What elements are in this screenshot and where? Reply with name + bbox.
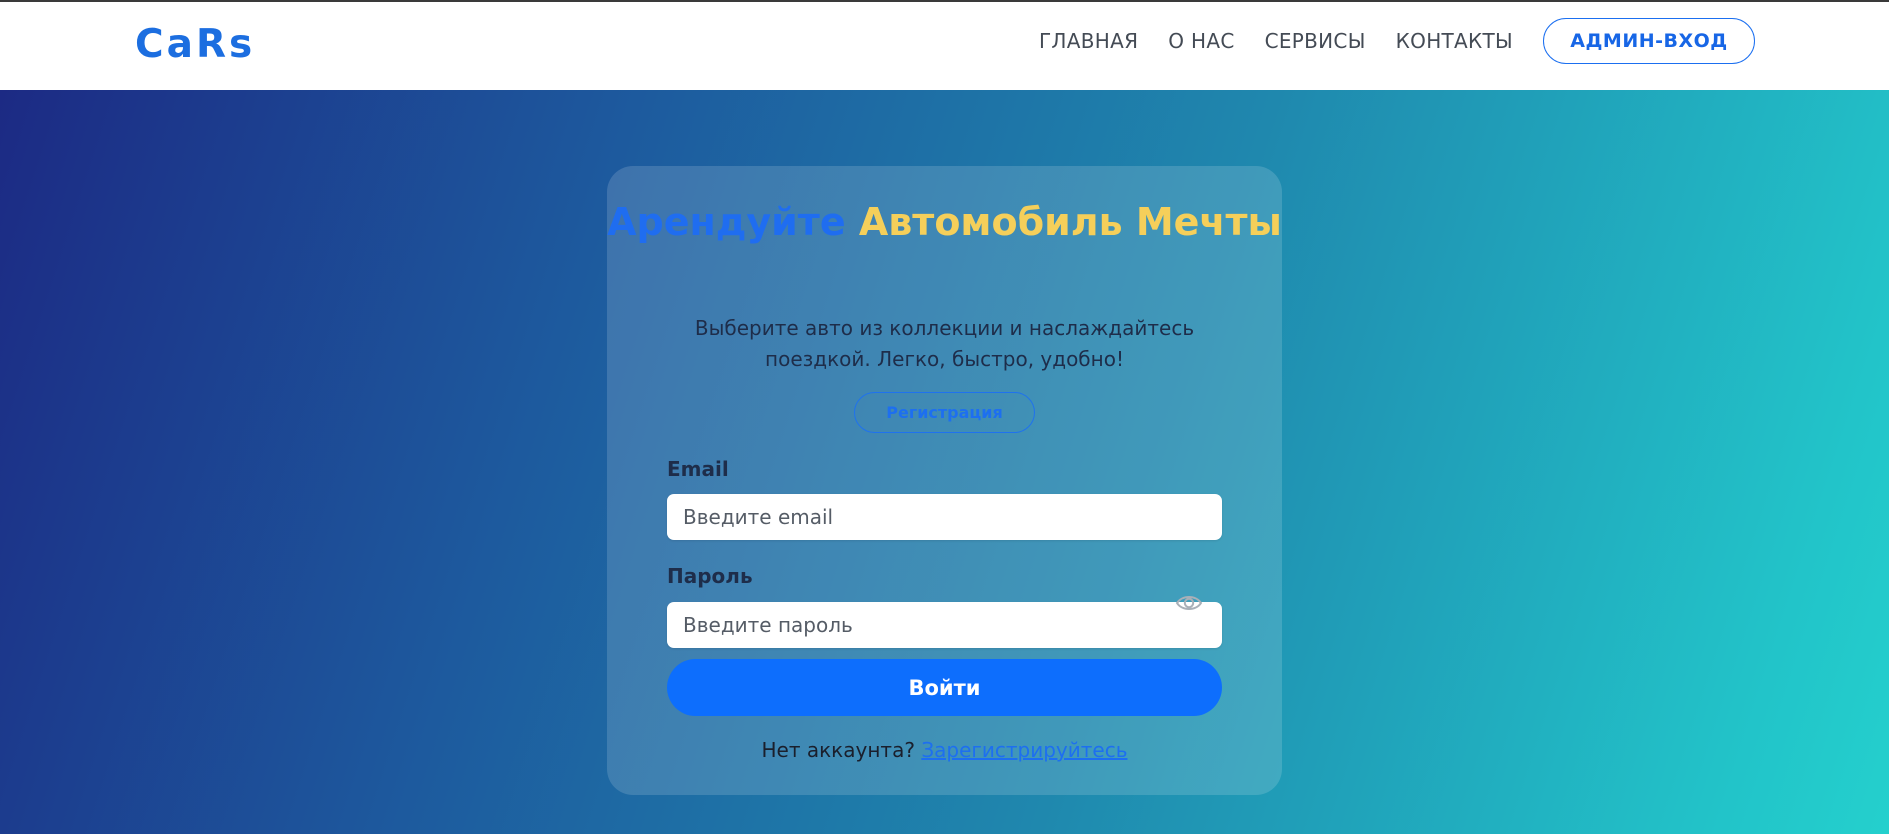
nav-link-about[interactable]: О НАС — [1168, 29, 1234, 53]
login-button[interactable]: Войти — [667, 659, 1222, 716]
no-account-text: Нет аккаунта? — [761, 738, 915, 762]
email-input[interactable] — [667, 494, 1222, 540]
navbar: CaRs ГЛАВНАЯ О НАС СЕРВИСЫ КОНТАКТЫ АДМИ… — [0, 2, 1889, 90]
title-part-1: Арендуйте — [607, 200, 846, 244]
register-link[interactable]: Зарегистрируйтесь — [921, 738, 1127, 762]
eye-icon[interactable] — [1175, 593, 1203, 613]
register-pill-button[interactable]: Регистрация — [854, 392, 1035, 433]
admin-login-button[interactable]: АДМИН-ВХОД — [1543, 18, 1755, 64]
hero-subtitle: Выберите авто из коллекции и наслаждайте… — [694, 316, 1195, 371]
email-label: Email — [667, 457, 729, 481]
hero-title: Арендуйте Автомобиль Мечты — [607, 198, 1282, 246]
nav-link-services[interactable]: СЕРВИСЫ — [1265, 29, 1366, 53]
nav-links: ГЛАВНАЯ О НАС СЕРВИСЫ КОНТАКТЫ АДМИН-ВХО… — [1039, 18, 1755, 64]
password-input[interactable] — [667, 602, 1222, 648]
hero-section: Арендуйте Автомобиль Мечты Выберите авто… — [0, 90, 1889, 834]
brand-logo[interactable]: CaRs — [135, 22, 255, 67]
login-card: Арендуйте Автомобиль Мечты Выберите авто… — [607, 166, 1282, 795]
no-account-line: Нет аккаунта? Зарегистрируйтесь — [607, 738, 1282, 762]
title-part-2: Автомобиль Мечты — [858, 200, 1282, 244]
password-label: Пароль — [667, 564, 753, 588]
nav-link-home[interactable]: ГЛАВНАЯ — [1039, 29, 1138, 53]
nav-link-contacts[interactable]: КОНТАКТЫ — [1396, 29, 1513, 53]
